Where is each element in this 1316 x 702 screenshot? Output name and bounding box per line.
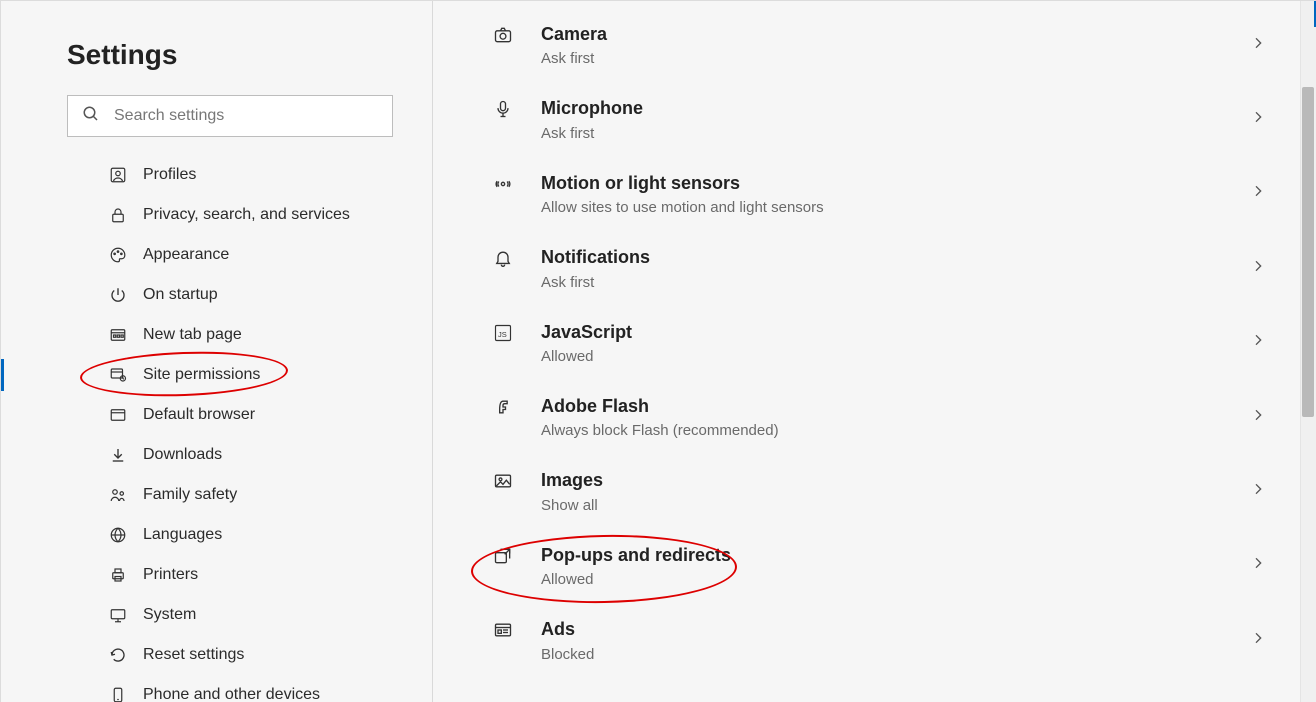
chevron-right-icon [1250, 183, 1266, 204]
chevron-right-icon [1250, 555, 1266, 576]
browser-icon [107, 406, 129, 424]
permission-sub: Ask first [541, 125, 1250, 142]
language-icon [107, 526, 129, 544]
sidebar-item-phone[interactable]: Phone and other devices [67, 675, 392, 702]
permission-sub: Ask first [541, 274, 1250, 291]
chevron-right-icon [1250, 630, 1266, 651]
sidebar-item-on-startup[interactable]: On startup [67, 275, 392, 315]
sensors-icon [489, 174, 517, 194]
sidebar: Settings Profiles Privacy, search, and s… [1, 1, 433, 702]
sidebar-item-label: Languages [143, 526, 222, 544]
sidebar-item-reset[interactable]: Reset settings [67, 635, 392, 675]
download-icon [107, 446, 129, 464]
sidebar-item-profiles[interactable]: Profiles [67, 155, 392, 195]
sidebar-item-system[interactable]: System [67, 595, 392, 635]
permission-camera[interactable]: Camera Ask first [489, 1, 1266, 83]
scrollbar-thumb[interactable] [1302, 87, 1314, 417]
settings-page: Settings Profiles Privacy, search, and s… [0, 0, 1316, 702]
popup-icon [489, 546, 517, 566]
sidebar-item-family-safety[interactable]: Family safety [67, 475, 392, 515]
javascript-icon: JS [489, 323, 517, 343]
permission-title: JavaScript [541, 321, 1250, 344]
scrollbar-track[interactable] [1300, 1, 1316, 702]
sidebar-item-label: Downloads [143, 446, 222, 464]
permission-sub: Allowed [541, 348, 1250, 365]
sidebar-item-site-permissions[interactable]: Site permissions [67, 355, 392, 395]
permission-motion-sensors[interactable]: Motion or light sensors Allow sites to u… [489, 158, 1266, 232]
sidebar-item-label: Profiles [143, 166, 196, 184]
permission-popups[interactable]: Pop-ups and redirects Allowed [489, 530, 1266, 604]
permission-title: Adobe Flash [541, 395, 1250, 418]
sidebar-item-label: New tab page [143, 326, 242, 344]
sidebar-item-label: Printers [143, 566, 198, 584]
permission-ads[interactable]: Ads Blocked [489, 604, 1266, 678]
search-icon [82, 105, 100, 128]
permission-title: Notifications [541, 246, 1250, 269]
microphone-icon [489, 99, 517, 119]
sidebar-item-appearance[interactable]: Appearance [67, 235, 392, 275]
flash-icon [489, 397, 517, 417]
sidebar-item-label: Appearance [143, 246, 229, 264]
system-icon [107, 606, 129, 624]
chevron-right-icon [1250, 481, 1266, 502]
permission-title: Motion or light sensors [541, 172, 1250, 195]
permission-title: Camera [541, 23, 1250, 46]
sidebar-item-label: Reset settings [143, 646, 244, 664]
permission-sub: Blocked [541, 646, 1250, 663]
permission-sub: Show all [541, 497, 1250, 514]
printer-icon [107, 566, 129, 584]
permission-microphone[interactable]: Microphone Ask first [489, 83, 1266, 157]
page-title: Settings [67, 39, 392, 71]
camera-icon [489, 25, 517, 45]
chevron-right-icon [1250, 332, 1266, 353]
permission-title: Pop-ups and redirects [541, 544, 1250, 567]
sidebar-item-privacy[interactable]: Privacy, search, and services [67, 195, 392, 235]
power-icon [107, 286, 129, 304]
permission-sub: Always block Flash (recommended) [541, 422, 1250, 439]
sidebar-item-label: Default browser [143, 406, 255, 424]
bell-icon [489, 248, 517, 268]
svg-text:JS: JS [498, 330, 507, 339]
sidebar-item-label: Site permissions [143, 366, 260, 384]
permission-sub: Ask first [541, 50, 1250, 67]
permission-title: Microphone [541, 97, 1250, 120]
sidebar-item-label: Phone and other devices [143, 686, 320, 702]
permission-adobe-flash[interactable]: Adobe Flash Always block Flash (recommen… [489, 381, 1266, 455]
main-content: Camera Ask first Microphone Ask first [433, 1, 1316, 702]
permission-sub: Allow sites to use motion and light sens… [541, 199, 1250, 216]
sidebar-item-label: System [143, 606, 196, 624]
sidebar-item-new-tab[interactable]: New tab page [67, 315, 392, 355]
sidebar-item-printers[interactable]: Printers [67, 555, 392, 595]
lock-icon [107, 206, 129, 224]
sidebar-item-label: Privacy, search, and services [143, 206, 350, 224]
search-input[interactable] [112, 106, 378, 126]
permission-title: Ads [541, 618, 1250, 641]
reset-icon [107, 646, 129, 664]
chevron-right-icon [1250, 35, 1266, 56]
permission-notifications[interactable]: Notifications Ask first [489, 232, 1266, 306]
permission-javascript[interactable]: JS JavaScript Allowed [489, 307, 1266, 381]
sidebar-item-default-browser[interactable]: Default browser [67, 395, 392, 435]
ads-icon [489, 620, 517, 640]
images-icon [489, 471, 517, 491]
new-tab-icon [107, 326, 129, 344]
family-icon [107, 486, 129, 504]
permission-title: Images [541, 469, 1250, 492]
chevron-right-icon [1250, 407, 1266, 428]
phone-icon [107, 686, 129, 702]
permission-images[interactable]: Images Show all [489, 455, 1266, 529]
permission-sub: Allowed [541, 571, 1250, 588]
profile-icon [107, 166, 129, 184]
chevron-right-icon [1250, 109, 1266, 130]
sidebar-item-label: On startup [143, 286, 218, 304]
chevron-right-icon [1250, 258, 1266, 279]
sidebar-nav: Profiles Privacy, search, and services A… [67, 155, 392, 702]
site-permissions-icon [107, 366, 129, 384]
sidebar-item-label: Family safety [143, 486, 237, 504]
appearance-icon [107, 246, 129, 264]
sidebar-item-downloads[interactable]: Downloads [67, 435, 392, 475]
search-field[interactable] [67, 95, 393, 137]
sidebar-item-languages[interactable]: Languages [67, 515, 392, 555]
